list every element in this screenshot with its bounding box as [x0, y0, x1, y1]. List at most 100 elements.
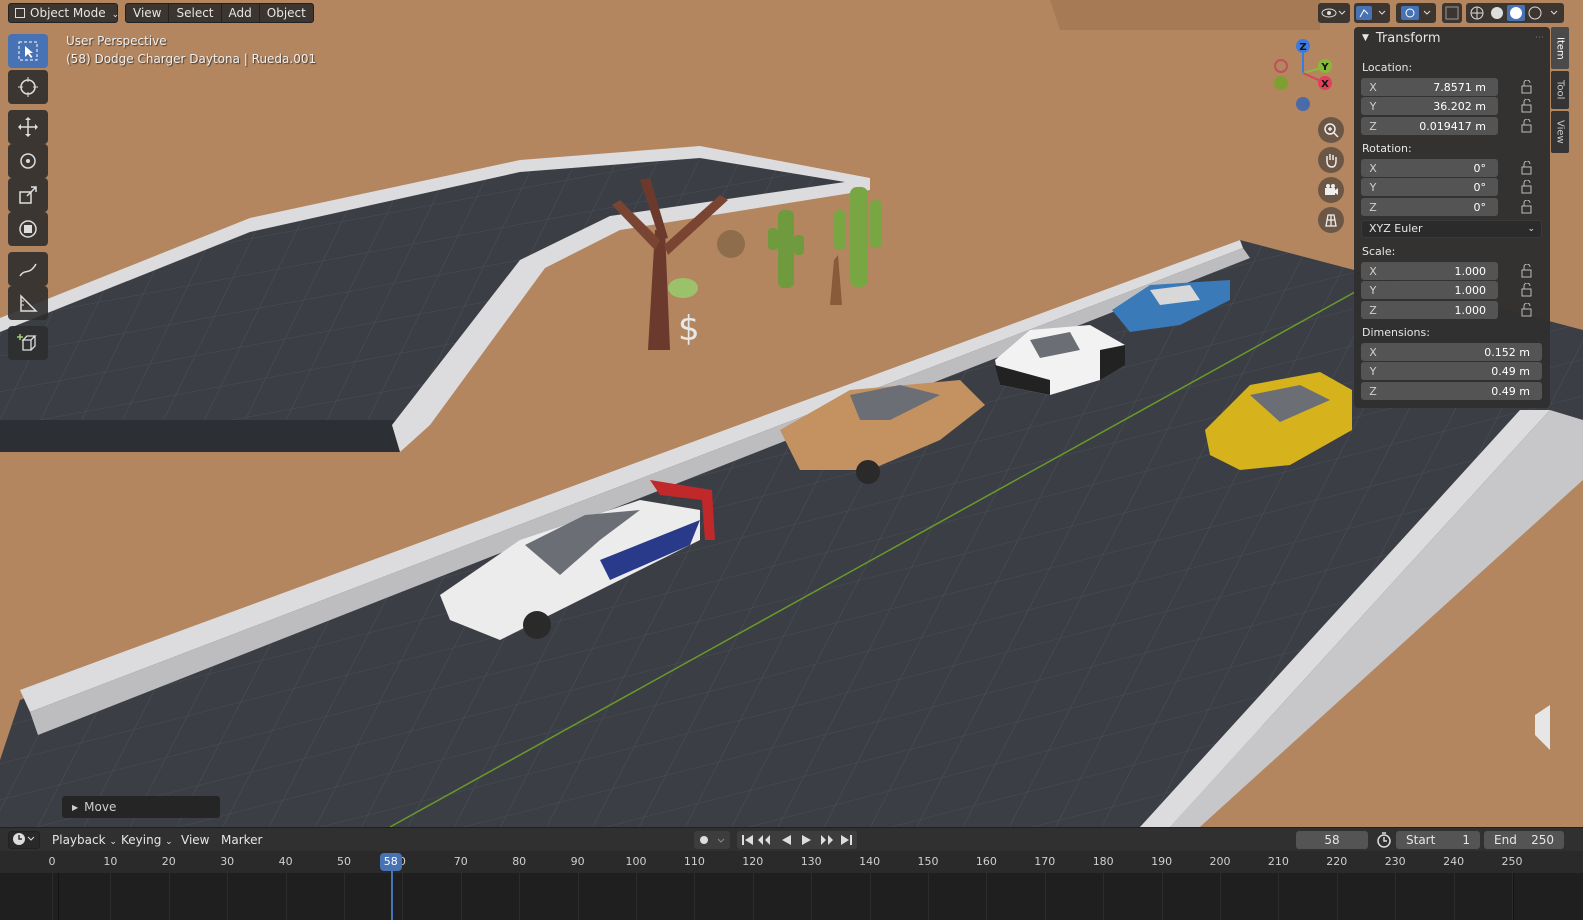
axis-gizmo[interactable]: Z Y X	[1265, 35, 1345, 120]
lock-icon[interactable]	[1520, 180, 1534, 194]
svg-text:$: $	[678, 309, 700, 349]
shading-modes[interactable]	[1466, 3, 1564, 23]
transform-header[interactable]: ▼ Transform ⋯	[1354, 27, 1550, 49]
frame-gridline	[52, 873, 53, 920]
start-frame-field[interactable]: Start 1	[1396, 831, 1480, 849]
frame-tick-label: 30	[220, 855, 235, 868]
location-y-field[interactable]: Y 36.202 m	[1361, 97, 1498, 115]
select-box-tool[interactable]	[8, 34, 48, 68]
frame-tick-label: 80	[512, 855, 527, 868]
scale-x-field[interactable]: X 1.000	[1361, 262, 1498, 280]
menu-select[interactable]: Select	[169, 4, 222, 22]
dimensions-x-field[interactable]: X 0.152 m	[1361, 343, 1542, 361]
rotation-z-field[interactable]: Z 0°	[1361, 198, 1498, 216]
pan-hand-icon[interactable]	[1318, 147, 1344, 173]
gizmo-toggle-icon[interactable]	[1354, 3, 1390, 23]
xray-icon[interactable]	[1442, 3, 1462, 23]
operator-panel-move[interactable]: ▶ Move	[62, 796, 220, 818]
lock-icon[interactable]	[1520, 200, 1534, 214]
zoom-icon[interactable]	[1318, 117, 1344, 143]
visibility-icon[interactable]	[1318, 3, 1350, 23]
frame-tick-label: 120	[742, 855, 764, 868]
field-value: 1.000	[1454, 264, 1487, 278]
menu-keying[interactable]: Keying ⌄	[121, 831, 173, 849]
axis-label: Z	[1369, 384, 1377, 398]
axis-label: Z	[1369, 119, 1377, 133]
object-mode-icon	[15, 8, 25, 18]
drag-handle-icon[interactable]: ⋯	[1535, 33, 1544, 43]
preview-range-icon[interactable]	[1376, 832, 1392, 851]
frame-gridline	[869, 873, 871, 920]
frame-tick-label: 130	[800, 855, 822, 868]
axis-label: X	[1369, 264, 1377, 278]
grid-view-icon[interactable]	[1318, 207, 1344, 233]
frame-gridline	[636, 873, 637, 920]
axis-label: Y	[1369, 364, 1377, 378]
axis-label: Y	[1369, 99, 1377, 113]
frame-tick-label: 180	[1092, 855, 1114, 868]
cursor-tool[interactable]	[8, 70, 48, 104]
record-icon	[700, 836, 725, 844]
location-z-field[interactable]: Z 0.019417 m	[1361, 117, 1498, 135]
scale-y-field[interactable]: Y 1.000	[1361, 281, 1498, 299]
lock-icon[interactable]	[1520, 99, 1534, 113]
transform-panel: ▼ Transform ⋯ Location: X 7.8571 m Y 36.20…	[1354, 27, 1550, 408]
frame-tick-label: 220	[1326, 855, 1348, 868]
overlays-icon[interactable]	[1396, 3, 1436, 23]
lock-icon[interactable]	[1520, 119, 1534, 133]
rotate-tool[interactable]	[8, 144, 48, 178]
3d-viewport[interactable]: $ Object Mode ⌄ View Select Add Object U…	[0, 0, 1583, 827]
timeline-track-area[interactable]	[0, 873, 1583, 920]
select-box-icon	[18, 41, 38, 61]
menu-view[interactable]: View	[126, 4, 170, 22]
playhead-marker[interactable]: 58	[379, 853, 402, 871]
lock-icon[interactable]	[1520, 161, 1534, 175]
lock-icon[interactable]	[1520, 283, 1534, 297]
menu-add[interactable]: Add	[222, 4, 260, 22]
menu-view[interactable]: View	[181, 831, 209, 849]
move-tool[interactable]	[8, 110, 48, 144]
scale-tool[interactable]	[8, 178, 48, 212]
frame-tick-label: 250	[1501, 855, 1523, 868]
transform-tool[interactable]	[8, 212, 48, 246]
lock-icon[interactable]	[1520, 303, 1534, 317]
frame-tick-label: 240	[1443, 855, 1465, 868]
axis-label: Z	[1369, 303, 1377, 317]
lock-icon[interactable]	[1520, 80, 1534, 94]
frame-gridline	[285, 873, 287, 920]
location-x-field[interactable]: X 7.8571 m	[1361, 78, 1498, 96]
rotation-mode-dropdown[interactable]: XYZ Euler ⌄	[1361, 220, 1542, 238]
frame-gridline	[1103, 873, 1105, 920]
menu-playback[interactable]: Playback ⌄	[52, 831, 117, 849]
timeline-header: Playback ⌄ Keying ⌄ View Marker 58 Start…	[0, 827, 1583, 851]
menu-object[interactable]: Object	[260, 4, 313, 22]
field-value: 0.019417 m	[1419, 119, 1486, 133]
annotate-tool[interactable]	[8, 252, 48, 286]
start-value: 1	[1462, 833, 1470, 847]
rotation-y-field[interactable]: Y 0°	[1361, 178, 1498, 196]
gizmo-x-label: X	[1321, 79, 1329, 90]
tab-item[interactable]: Item	[1551, 27, 1569, 69]
mode-selector[interactable]: Object Mode ⌄	[8, 3, 119, 23]
rotation-x-field[interactable]: X 0°	[1361, 159, 1498, 177]
frame-tick-label: 210	[1267, 855, 1289, 868]
current-frame-field[interactable]: 58	[1296, 831, 1368, 849]
editor-type-selector[interactable]	[8, 831, 40, 849]
menu-marker[interactable]: Marker	[221, 831, 262, 849]
add-cube-tool[interactable]	[8, 326, 48, 360]
frame-gridline	[1395, 873, 1397, 920]
frame-gridline	[986, 873, 988, 920]
timeline-ruler[interactable]: 0 10 20 30 40 50 0 70 80 90 100 110 120 130 140 150 160 1…	[0, 851, 1583, 873]
dimensions-z-field[interactable]: Z 0.49 m	[1361, 382, 1542, 400]
tab-tool[interactable]: Tool	[1551, 71, 1569, 109]
scale-z-field[interactable]: Z 1.000	[1361, 301, 1498, 319]
measure-tool[interactable]	[8, 286, 48, 320]
dimensions-label: Dimensions:	[1362, 326, 1430, 339]
end-frame-field[interactable]: End 250	[1484, 831, 1564, 849]
dimensions-y-field[interactable]: Y 0.49 m	[1361, 362, 1542, 380]
record-button[interactable]	[694, 831, 730, 849]
frame-tick-label: 230	[1384, 855, 1406, 868]
camera-icon[interactable]	[1318, 177, 1344, 203]
tab-view[interactable]: View	[1551, 111, 1569, 153]
lock-icon[interactable]	[1520, 264, 1534, 278]
